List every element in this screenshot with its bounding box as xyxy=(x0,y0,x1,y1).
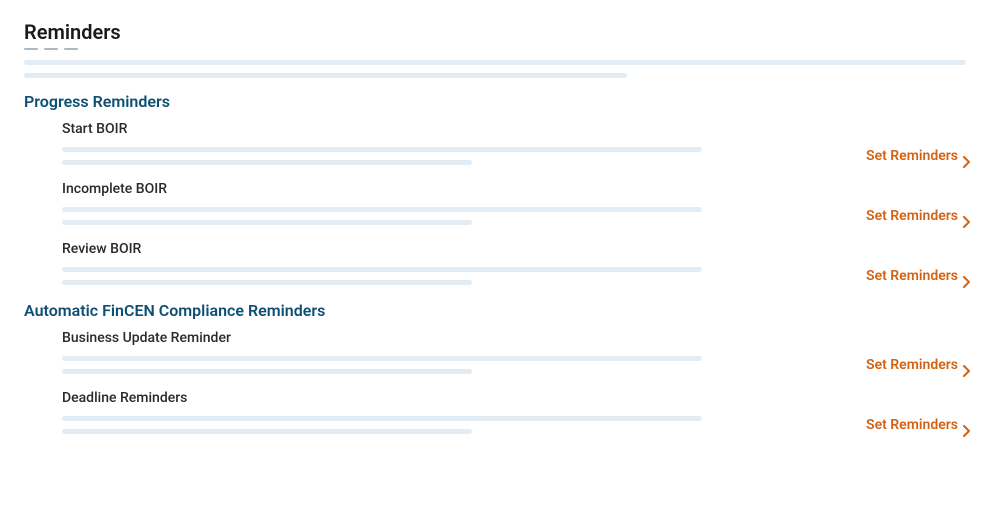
reminder-description-skeleton xyxy=(62,147,702,165)
skeleton-line xyxy=(62,267,702,272)
set-reminders-link[interactable]: Set Reminders xyxy=(866,148,966,164)
set-reminders-link[interactable]: Set Reminders xyxy=(866,417,966,433)
reminder-title: Deadline Reminders xyxy=(62,390,966,406)
reminder-description-skeleton xyxy=(62,207,702,225)
skeleton-line xyxy=(62,160,472,165)
set-reminders-label: Set Reminders xyxy=(866,357,958,373)
section-heading-fincen: Automatic FinCEN Compliance Reminders xyxy=(24,301,966,320)
set-reminders-link[interactable]: Set Reminders xyxy=(866,268,966,284)
reminder-item-start-boir: Start BOIR Set Reminders xyxy=(62,121,966,165)
set-reminders-label: Set Reminders xyxy=(866,148,958,164)
skeleton-line xyxy=(62,429,472,434)
set-reminders-link[interactable]: Set Reminders xyxy=(866,357,966,373)
skeleton-line xyxy=(62,207,702,212)
reminder-title: Start BOIR xyxy=(62,121,966,137)
reminder-description-skeleton xyxy=(62,416,702,434)
skeleton-line xyxy=(62,369,472,374)
skeleton-line xyxy=(62,147,702,152)
reminder-list: Start BOIR Set Reminders Incomplete BOIR… xyxy=(24,121,966,285)
reminder-body: Set Reminders xyxy=(62,207,966,225)
title-underline-decoration xyxy=(24,48,966,50)
reminder-list: Business Update Reminder Set Reminders D… xyxy=(24,330,966,434)
reminder-title: Business Update Reminder xyxy=(62,330,966,346)
skeleton-line xyxy=(62,280,472,285)
reminder-description-skeleton xyxy=(62,267,702,285)
skeleton-line xyxy=(62,416,702,421)
skeleton-line xyxy=(62,356,702,361)
reminder-body: Set Reminders xyxy=(62,147,966,165)
skeleton-line xyxy=(24,60,966,65)
reminder-item-incomplete-boir: Incomplete BOIR Set Reminders xyxy=(62,181,966,225)
reminder-title: Review BOIR xyxy=(62,241,966,257)
reminder-title: Incomplete BOIR xyxy=(62,181,966,197)
section-heading-progress: Progress Reminders xyxy=(24,92,966,111)
reminder-body: Set Reminders xyxy=(62,356,966,374)
page-title-wrap: Reminders xyxy=(24,20,966,50)
reminder-body: Set Reminders xyxy=(62,267,966,285)
reminder-body: Set Reminders xyxy=(62,416,966,434)
reminder-item-business-update: Business Update Reminder Set Reminders xyxy=(62,330,966,374)
reminder-item-review-boir: Review BOIR Set Reminders xyxy=(62,241,966,285)
set-reminders-link[interactable]: Set Reminders xyxy=(866,208,966,224)
skeleton-line xyxy=(62,220,472,225)
reminder-description-skeleton xyxy=(62,356,702,374)
page-description-skeleton xyxy=(24,60,966,78)
set-reminders-label: Set Reminders xyxy=(866,268,958,284)
page-title: Reminders xyxy=(24,20,121,50)
reminder-item-deadline: Deadline Reminders Set Reminders xyxy=(62,390,966,434)
set-reminders-label: Set Reminders xyxy=(866,417,958,433)
skeleton-line xyxy=(24,73,627,78)
set-reminders-label: Set Reminders xyxy=(866,208,958,224)
